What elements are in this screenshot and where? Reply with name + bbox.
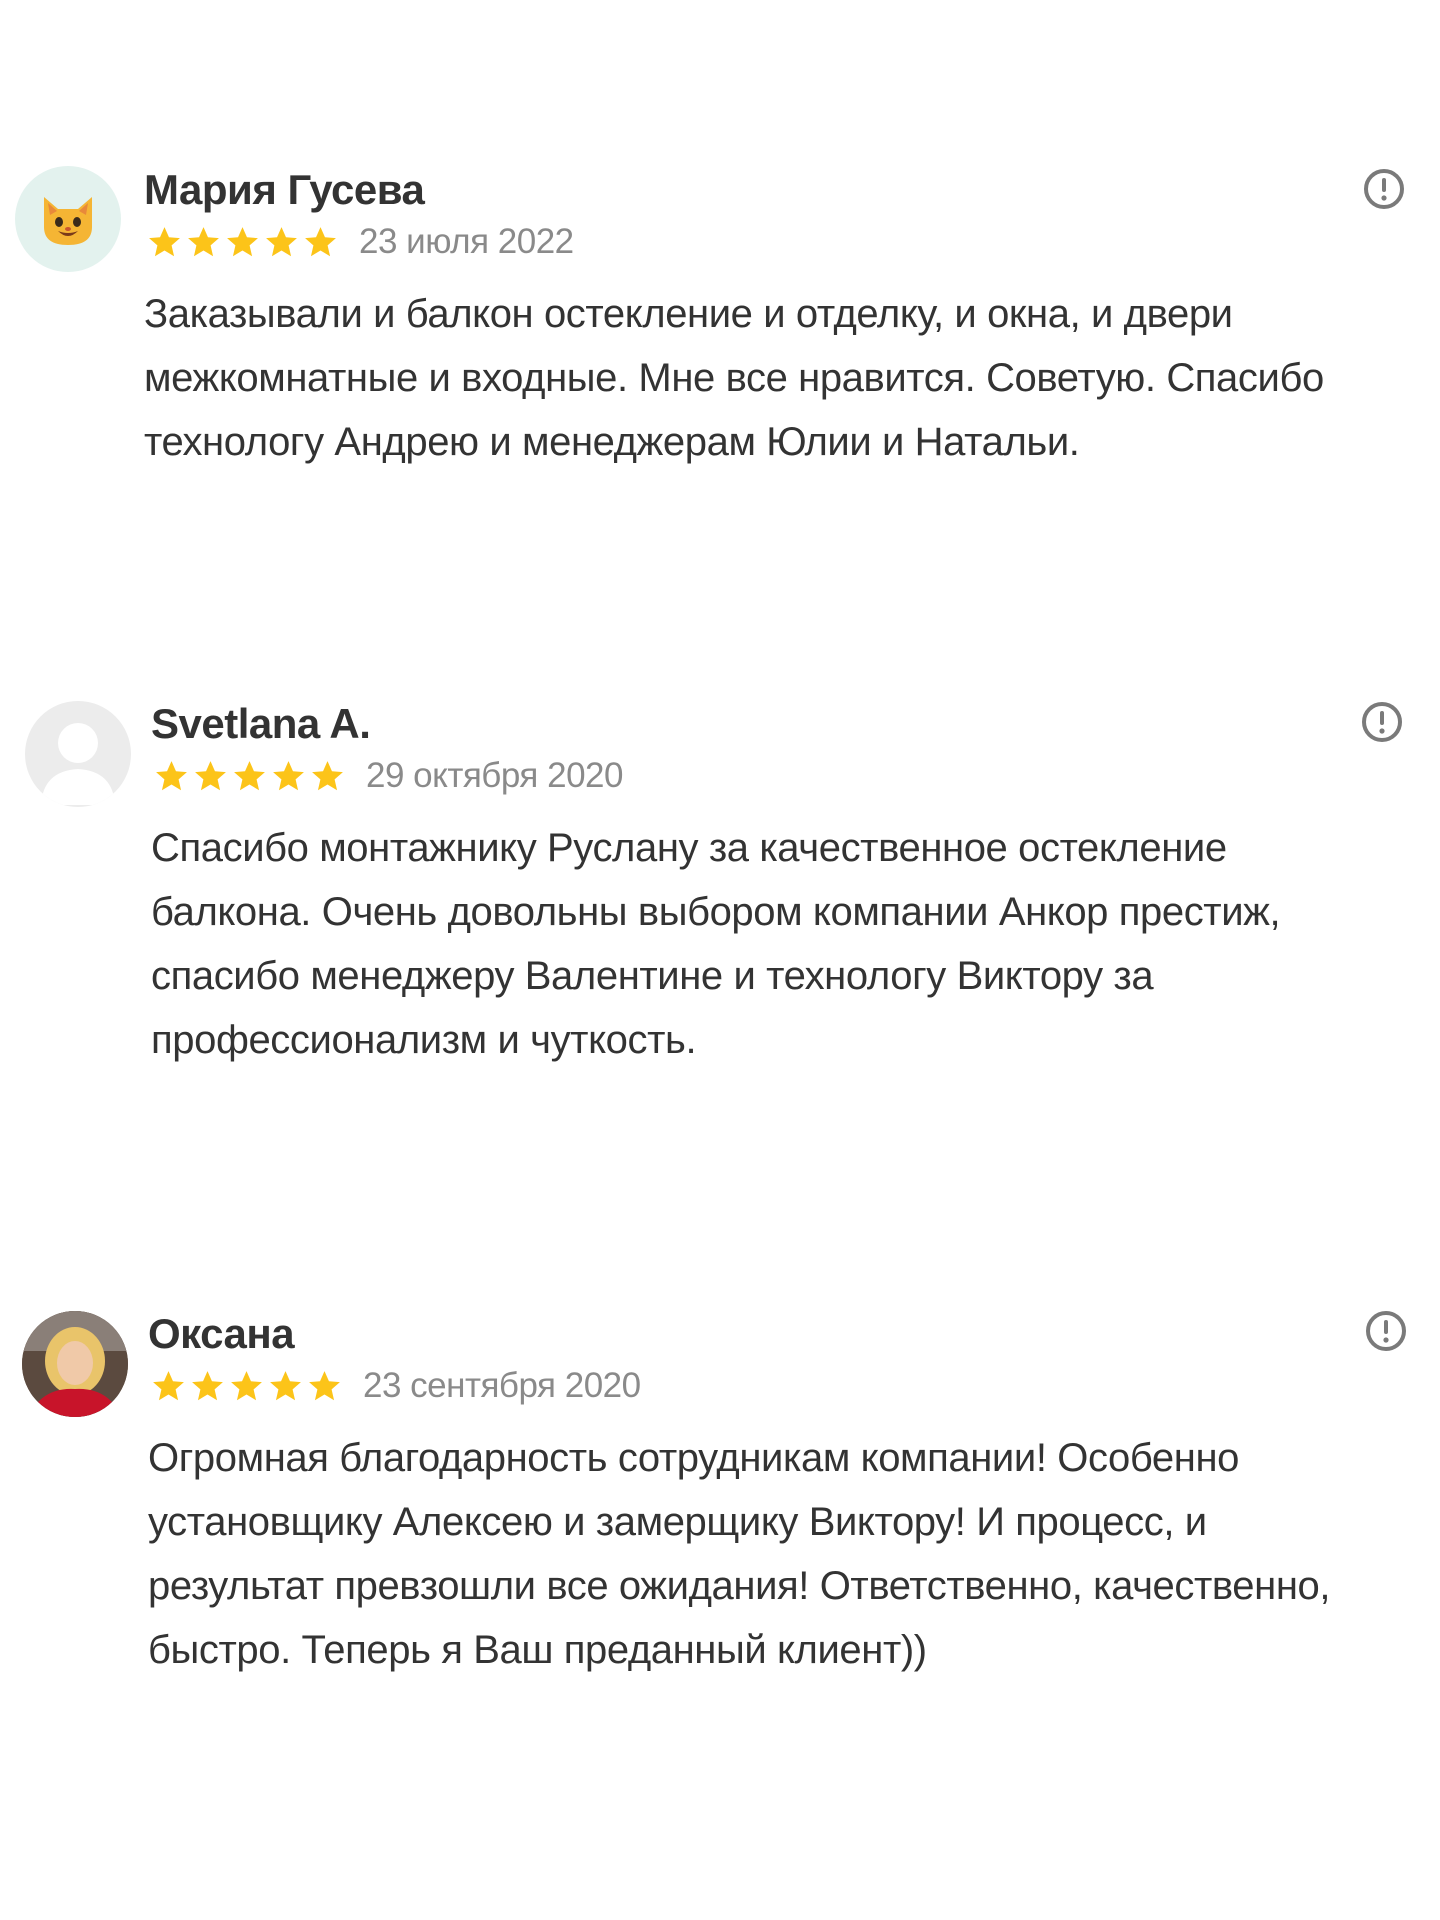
review-date: 23 июля 2022 — [359, 222, 574, 261]
star-icon — [192, 1370, 223, 1400]
star-icon — [195, 760, 226, 790]
report-icon[interactable] — [1362, 167, 1406, 211]
rating-stars — [150, 1368, 343, 1405]
review-date: 23 сентября 2020 — [363, 1366, 641, 1405]
avatar[interactable] — [25, 701, 131, 807]
review-meta: 23 июля 2022 — [146, 218, 574, 266]
review-meta: 23 сентября 2020 — [150, 1362, 641, 1410]
review-date: 29 октября 2020 — [366, 756, 623, 795]
rating-stars — [146, 224, 339, 261]
star-icon — [273, 760, 304, 790]
star-icon — [153, 1370, 184, 1400]
avatar[interactable] — [22, 1311, 128, 1417]
star-icon — [305, 226, 336, 256]
reviewer-name[interactable]: Мария Гусева — [144, 166, 425, 214]
star-icon — [227, 226, 258, 256]
review-text: Огромная благодарность сотрудникам компа… — [148, 1436, 1331, 1672]
review-meta: 29 октября 2020 — [153, 752, 623, 800]
reviewer-name[interactable]: Оксана — [148, 1310, 295, 1358]
avatar[interactable] — [15, 166, 121, 272]
user-silhouette-icon — [41, 723, 115, 805]
star-icon — [309, 1370, 340, 1400]
star-icon — [188, 226, 219, 256]
star-icon — [156, 760, 187, 790]
cat-emoji-icon — [44, 197, 92, 245]
user-photo-icon — [22, 1311, 128, 1417]
rating-stars — [153, 758, 346, 795]
star-icon — [312, 760, 343, 790]
star-icon — [149, 226, 180, 256]
review-text: Заказывали и балкон остекление и отделку… — [144, 292, 1324, 464]
review-text: Спасибо монтажнику Руслану за качественн… — [151, 826, 1281, 1062]
report-icon[interactable] — [1364, 1309, 1408, 1353]
report-icon[interactable] — [1360, 700, 1404, 744]
reviewer-name[interactable]: Svetlana A. — [151, 700, 371, 748]
star-icon — [231, 1370, 262, 1400]
star-icon — [270, 1370, 301, 1400]
star-icon — [234, 760, 265, 790]
star-icon — [266, 226, 297, 256]
